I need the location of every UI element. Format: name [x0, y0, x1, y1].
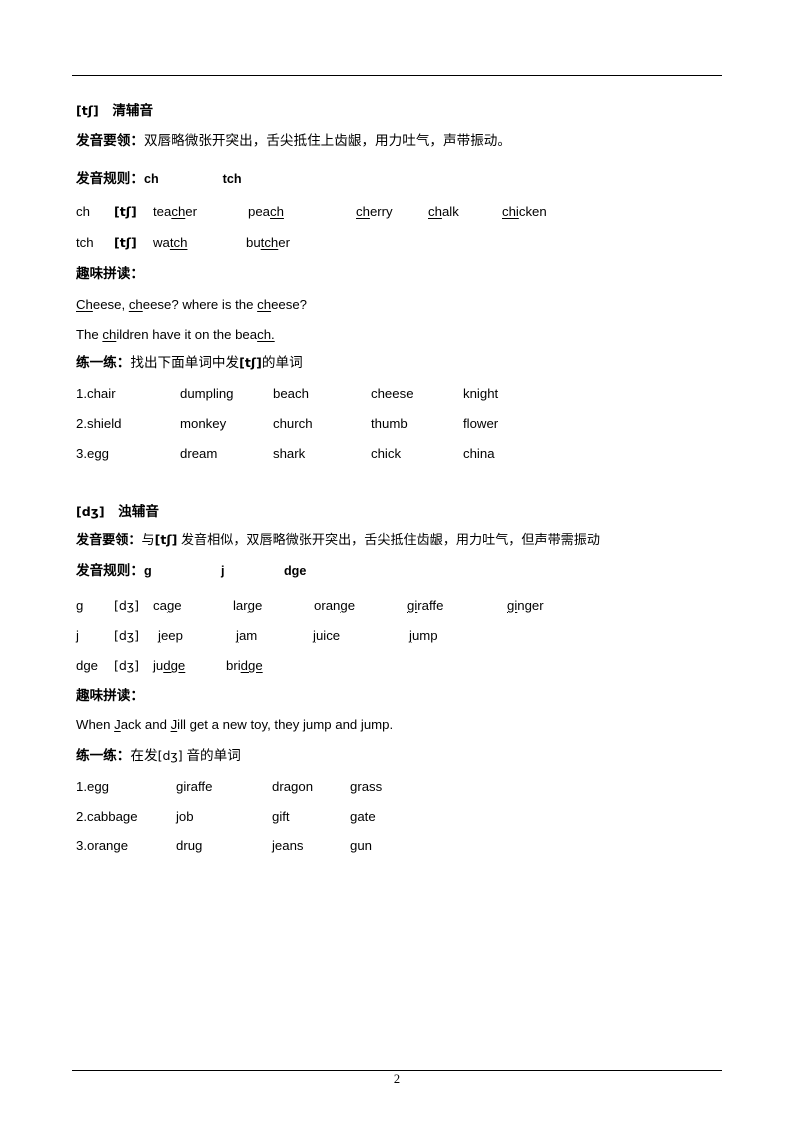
practice-text-pre: 在发 — [130, 748, 158, 763]
rule-row-j: j [dʒ] jeep jam juice jump — [76, 627, 438, 644]
word-jump: jump — [409, 628, 438, 643]
word-giraffe: giraffe — [407, 598, 444, 613]
section-dj-heading-text: 浊辅音 — [118, 504, 159, 519]
section-tch-fun-line-1: Cheese, cheese? where is the cheese? — [76, 297, 307, 312]
key-points-label: 发音要领： — [76, 532, 142, 547]
practice-row: 1.egg giraffe dragon grass — [76, 779, 383, 794]
word-large: large — [233, 598, 263, 613]
rule-row-dge: dge [dʒ] judge bridge — [76, 657, 263, 674]
rule-key-ch: ch — [143, 172, 159, 186]
section-dj-practice-label-row: 练一练：在发[dʒ] 音的单词 — [76, 747, 241, 764]
page-number: 2 — [393, 1072, 401, 1086]
section-tch-fun-label: 趣味拼读： — [76, 266, 144, 281]
section-dj-heading: [dʒ] 浊辅音 — [76, 503, 159, 520]
word-watch: watch — [153, 235, 188, 250]
section-tch-heading: [tʃ] 清辅音 — [76, 102, 153, 119]
word-teacher: teacher — [153, 204, 198, 219]
word-ginger: ginger — [507, 598, 544, 613]
practice-label: 练一练： — [76, 748, 131, 763]
practice-row: 2.cabbage job gift gate — [76, 809, 376, 824]
practice-text-post: 音的单词 — [182, 748, 241, 763]
section-dj-heading-symbol: [dʒ] — [76, 504, 105, 519]
rule-row-g: g [dʒ] cage large orange giraffe ginger — [76, 597, 544, 614]
practice-row: 3.egg dream shark chick china — [76, 446, 495, 461]
section-tch-key-points: 发音要领：双唇略微张开突出，舌尖抵住上齿龈，用力吐气，声带振动。 — [76, 132, 511, 149]
word-juice: juice — [313, 628, 341, 643]
rule-row-dge-key: dge — [76, 658, 99, 673]
practice-row: 3.orange drug jeans gun — [76, 838, 373, 853]
section-tch-heading-symbol: [tʃ] — [76, 103, 99, 118]
rule-row-ch-ipa: [tʃ] — [114, 204, 137, 219]
key-points-label: 发音要领： — [76, 133, 144, 148]
section-dj-fun-line-1: When Jack and Jill get a new toy, they j… — [76, 717, 394, 732]
rule-row-tch-ipa: [tʃ] — [114, 235, 137, 250]
rule-key-j: j — [220, 564, 225, 578]
word-bridge: bridge — [226, 658, 263, 673]
practice-symbol: [tʃ] — [239, 355, 262, 370]
rule-key-tch: tch — [222, 172, 242, 186]
rules-label: 发音规则： — [76, 171, 144, 186]
word-jeep: jeep — [158, 628, 183, 643]
word-cage: cage — [153, 598, 182, 613]
word-jam: jam — [236, 628, 258, 643]
key-points-prefix: 与 — [141, 532, 155, 547]
section-tch-fun-line-2: The children have it on the beach. — [76, 327, 275, 342]
section-tch-practice-label-row: 练一练：找出下面单词中发[tʃ]的单词 — [76, 354, 303, 371]
rule-row-j-ipa: [dʒ] — [114, 628, 140, 643]
document-page: [tʃ] 清辅音 发音要领：双唇略微张开突出，舌尖抵住上齿龈，用力吐气，声带振动… — [0, 0, 794, 1123]
section-dj-rules-label-row: 发音规则：g j dge — [76, 562, 306, 580]
rule-row-g-key: g — [76, 598, 84, 613]
practice-symbol: [dʒ] — [157, 748, 183, 763]
practice-row: 2.shield monkey church thumb flower — [76, 416, 499, 431]
section-dj-fun-label: 趣味拼读： — [76, 688, 144, 703]
section-tch-rules-label-row: 发音规则：ch tch — [76, 170, 242, 188]
header-rule — [72, 75, 722, 76]
word-cherry: cherry — [356, 204, 393, 219]
rule-key-dge: dge — [283, 564, 307, 578]
word-judge: judge — [153, 658, 186, 673]
word-peach: peach — [248, 204, 284, 219]
rule-row-j-key: j — [76, 628, 79, 643]
practice-text-post: 的单词 — [261, 355, 303, 370]
word-butcher: butcher — [246, 235, 290, 250]
rule-row-g-ipa: [dʒ] — [114, 598, 140, 613]
rule-row-tch-key: tch — [76, 235, 94, 250]
key-points-symbol: [tʃ] — [154, 532, 178, 547]
key-points-text: 发音相似，双唇略微张开突出，舌尖抵住齿龈，用力吐气，但声带需振动 — [177, 532, 600, 547]
practice-label: 练一练： — [76, 355, 131, 370]
rule-row-tch: tch [tʃ] watch butcher — [76, 234, 290, 251]
word-chalk: chalk — [428, 204, 459, 219]
rules-label: 发音规则： — [76, 563, 144, 578]
rule-key-g: g — [143, 564, 152, 578]
section-dj-key-points: 发音要领：与[tʃ] 发音相似，双唇略微张开突出，舌尖抵住齿龈，用力吐气，但声带… — [76, 531, 600, 548]
word-chicken: chicken — [502, 204, 547, 219]
word-orange: orange — [314, 598, 356, 613]
key-points-text: 双唇略微张开突出，舌尖抵住上齿龈，用力吐气，声带振动。 — [143, 133, 511, 148]
section-tch-heading-text: 清辅音 — [112, 103, 154, 118]
rule-row-ch: ch [tʃ] teacher peach cherry chalk chicken — [76, 203, 547, 220]
practice-text-pre: 找出下面单词中发 — [130, 355, 240, 370]
rule-row-ch-key: ch — [76, 204, 90, 219]
rule-row-dge-ipa: [dʒ] — [114, 658, 140, 673]
practice-row: 1.chair dumpling beach cheese knight — [76, 386, 499, 401]
